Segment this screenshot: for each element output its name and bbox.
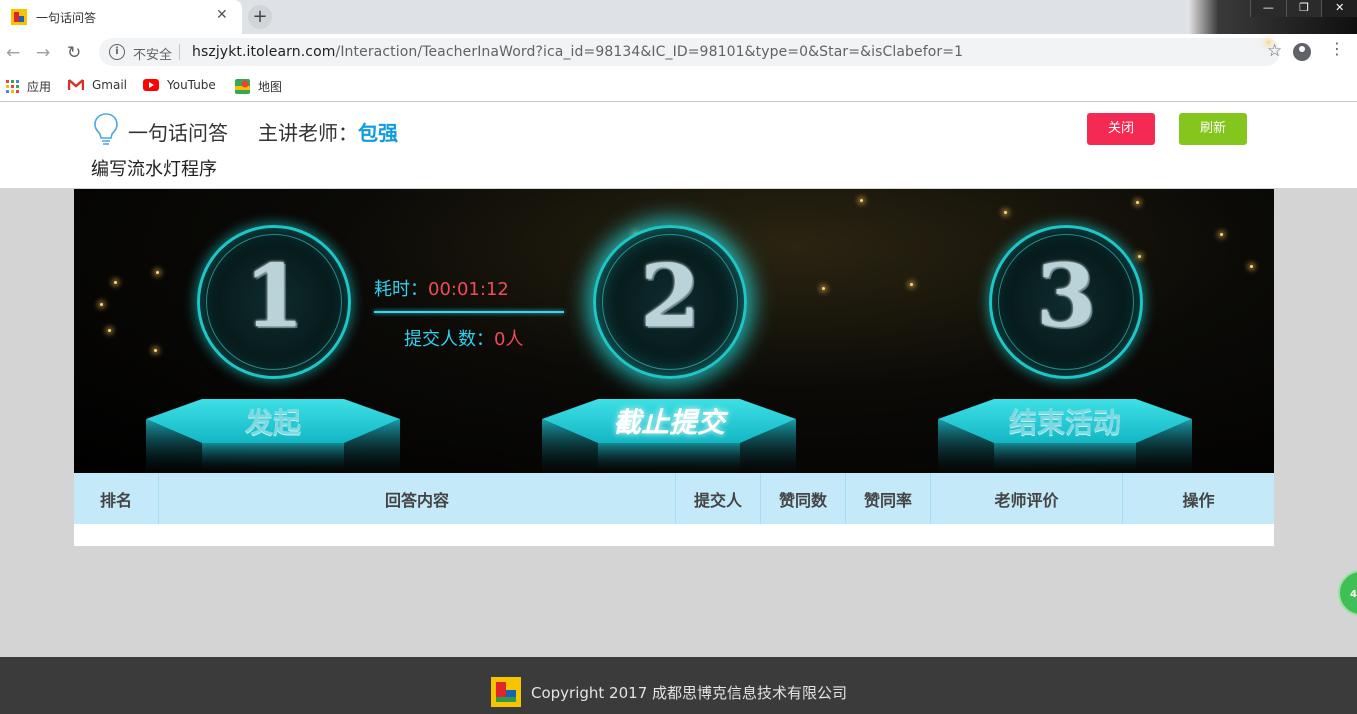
bookmarks-bar: 应用 Gmail YouTube 地图	[0, 70, 1357, 102]
forward-icon[interactable]: →	[36, 43, 50, 63]
activity-stage-banner: 1 发起 耗时：00:01:12 提交人数：0人 2 截止提交 3 结束活动	[74, 189, 1274, 473]
company-logo-icon	[491, 677, 521, 707]
bookmark-label: 地图	[258, 80, 283, 94]
star-sparkle	[114, 281, 117, 284]
star-sparkle	[860, 199, 863, 202]
timer-value: 00:01:12	[428, 279, 509, 300]
window-controls: — ❐ ✕	[1250, 0, 1357, 17]
col-agree-rate: 赞同率	[845, 473, 931, 524]
floating-badge[interactable]: 46	[1338, 570, 1357, 616]
page-title: 一句话问答	[128, 121, 228, 145]
star-sparkle	[1136, 201, 1139, 204]
bookmark-gmail[interactable]: Gmail	[68, 78, 127, 92]
url-path: /Interaction/TeacherInaWord?ica_id=98134…	[335, 44, 964, 60]
tab-title: 一句话问答	[36, 11, 97, 25]
bookmark-youtube[interactable]: YouTube	[143, 78, 216, 92]
insecure-label: 不安全	[133, 48, 173, 63]
answers-table: 排名 回答内容 提交人 赞同数 赞同率 老师评价 操作	[74, 473, 1274, 546]
browser-tab[interactable]: 一句话问答 ✕	[0, 0, 242, 34]
star-sparkle	[156, 271, 159, 274]
omnibox-separator	[179, 44, 180, 60]
menu-kebab-icon[interactable]: ⋮	[1329, 41, 1345, 57]
bookmark-label: 应用	[27, 80, 52, 94]
star-sparkle	[910, 283, 913, 286]
step-1-number: 1	[244, 246, 304, 347]
step-3-label: 结束活动	[1008, 406, 1121, 439]
tab-close-icon[interactable]: ✕	[216, 7, 228, 23]
address-bar: ← → ↻ i 不安全 hszjykt.itolearn.com/Interac…	[0, 34, 1357, 70]
col-teacher-rating: 老师评价	[930, 473, 1123, 524]
site-favicon-icon	[11, 9, 27, 25]
new-tab-button[interactable]: +	[248, 5, 272, 29]
step-1-label: 发起	[244, 406, 301, 439]
step-1-ring: 1	[197, 225, 351, 379]
question-text: 编写流水灯程序	[91, 159, 217, 180]
timer-label: 耗时：	[374, 279, 428, 300]
star-sparkle	[1004, 211, 1007, 214]
bookmark-maps[interactable]: 地图	[235, 78, 282, 95]
star-sparkle	[822, 287, 825, 290]
restore-icon[interactable]: ❐	[1285, 0, 1322, 17]
footer: Copyright 2017 成都思博克信息技术有限公司	[0, 657, 1357, 714]
url-omnibox[interactable]: i 不安全 hszjykt.itolearn.com/Interaction/T…	[99, 38, 1282, 66]
bookmark-label: YouTube	[167, 78, 216, 92]
maps-icon	[235, 79, 250, 94]
submit-count: 提交人数：0人	[404, 325, 523, 351]
col-submitter: 提交人	[675, 473, 761, 524]
refresh-button[interactable]: 刷新	[1179, 113, 1247, 145]
step-2-number: 2	[640, 246, 700, 347]
timer-divider	[374, 311, 564, 313]
table-header-row: 排名 回答内容 提交人 赞同数 赞同率 老师评价 操作	[74, 473, 1274, 524]
star-sparkle	[100, 303, 103, 306]
col-rank: 排名	[74, 473, 159, 524]
step-2-label: 截止提交	[612, 406, 725, 439]
youtube-icon	[143, 79, 159, 91]
close-button[interactable]: 关闭	[1087, 113, 1155, 145]
bookmark-apps[interactable]: 应用	[6, 78, 51, 95]
elapsed-time: 耗时：00:01:12	[374, 275, 509, 301]
page-header: 一句话问答 主讲老师： 包强 编写流水灯程序 关闭 刷新	[0, 102, 1357, 188]
step-2-ring: 2	[593, 225, 747, 379]
gmail-icon	[68, 79, 84, 90]
col-agree-count: 赞同数	[760, 473, 846, 524]
teacher-name: 包强	[358, 121, 398, 145]
site-info-icon[interactable]: i	[109, 44, 125, 60]
col-answer: 回答内容	[158, 473, 676, 524]
bookmark-label: Gmail	[92, 78, 128, 92]
step-3-number: 3	[1036, 246, 1096, 347]
col-actions: 操作	[1122, 473, 1274, 524]
submit-value: 0人	[494, 329, 524, 350]
step-3-ring: 3	[989, 225, 1143, 379]
url-text[interactable]: hszjykt.itolearn.com/Interaction/Teacher…	[192, 44, 963, 60]
star-sparkle	[108, 329, 111, 332]
copyright-text: Copyright 2017 成都思博克信息技术有限公司	[531, 684, 848, 702]
reload-icon[interactable]: ↻	[67, 43, 81, 63]
back-icon[interactable]: ←	[6, 43, 20, 63]
apps-grid-icon	[6, 80, 19, 93]
minimize-icon[interactable]: —	[1250, 0, 1286, 17]
submit-label: 提交人数：	[404, 329, 494, 350]
profile-icon[interactable]	[1293, 43, 1311, 61]
teacher-label: 主讲老师：	[258, 121, 358, 145]
lightbulb-icon	[94, 113, 118, 145]
star-sparkle	[154, 349, 157, 352]
browser-tab-bar: 一句话问答 ✕ + — ❐ ✕	[0, 0, 1357, 34]
window-close-icon[interactable]: ✕	[1321, 0, 1357, 17]
bookmark-star-icon[interactable]: ☆	[1267, 41, 1282, 61]
star-sparkle	[1220, 233, 1223, 236]
star-sparkle	[1250, 265, 1253, 268]
url-host: hszjykt.itolearn.com	[192, 44, 336, 60]
